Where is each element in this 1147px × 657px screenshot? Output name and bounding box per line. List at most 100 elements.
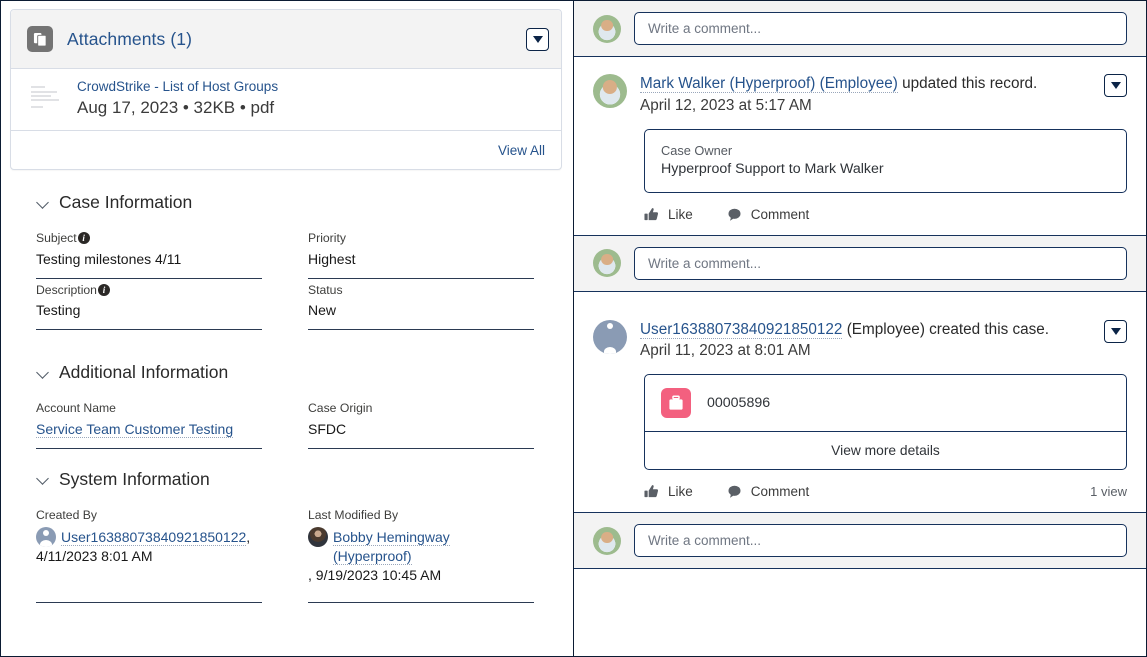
system-information-fields: Created By User16388073840921850122, 4/1…: [36, 508, 556, 607]
attachments-card: Attachments (1) CrowdStrike - List of Ho…: [10, 9, 562, 171]
comment-input[interactable]: Write a comment...: [634, 12, 1127, 45]
case-record-row[interactable]: 00005896: [645, 375, 1126, 431]
section-title: Case Information: [59, 192, 193, 213]
account-name-link[interactable]: Service Team Customer Testing: [36, 420, 234, 438]
last-modified-by-user-link[interactable]: Bobby Hemingway: [333, 528, 450, 546]
field-status: Status New: [308, 283, 580, 331]
thumbs-up-icon: [644, 207, 659, 220]
chevron-down-icon: [1110, 327, 1121, 335]
like-button[interactable]: Like: [644, 207, 693, 222]
feed-item-body: Mark Walker (Hyperproof) (Employee) upda…: [640, 74, 1127, 115]
record-change-box: Case Owner Hyperproof Support to Mark Wa…: [644, 128, 1127, 193]
info-icon[interactable]: i: [77, 232, 90, 245]
chevron-down-icon: [36, 366, 50, 380]
field-value: SFDC: [308, 420, 534, 449]
field-label-text: Status: [308, 282, 343, 297]
comment-composer: Write a comment...: [574, 1, 1146, 57]
feed-item-menu-button[interactable]: [1104, 319, 1127, 343]
view-all-link[interactable]: View All: [498, 143, 545, 158]
comment-composer: Write a comment...: [574, 513, 1146, 569]
left-detail-column: Attachments (1) CrowdStrike - List of Ho…: [1, 1, 573, 656]
like-label: Like: [668, 484, 693, 500]
field-description: Description i Testing: [36, 283, 308, 331]
file-thumbnail-icon: [25, 80, 69, 116]
attachments-title[interactable]: Attachments (1): [67, 29, 192, 50]
view-count: 1 view: [1090, 484, 1127, 500]
field-label: Priority: [308, 231, 534, 246]
field-label: Subject i: [36, 231, 262, 246]
comment-input[interactable]: Write a comment...: [634, 524, 1127, 558]
info-icon[interactable]: i: [97, 284, 110, 297]
field-value: Bobby Hemingway (Hyperproof) , 9/19/2023…: [308, 526, 534, 603]
feed-divider: [574, 568, 1146, 570]
comment-button[interactable]: Comment: [727, 484, 810, 500]
field-label-text: Account Name: [36, 401, 116, 416]
field-label-text: Case Origin: [308, 401, 373, 416]
created-by-timestamp: 4/11/2023 8:01 AM: [36, 547, 153, 564]
attachments-header: Attachments (1): [11, 10, 561, 69]
comment-bubble-icon: [728, 485, 741, 498]
created-by-user-link[interactable]: User16388073840921850122: [61, 528, 247, 546]
field-label: Case Origin: [308, 401, 534, 416]
avatar: [593, 14, 621, 43]
feed-item-actions: Like Comment: [644, 207, 1127, 235]
section-title: System Information: [59, 468, 210, 489]
field-account-name: Account Name Service Team Customer Testi…: [36, 401, 308, 449]
field-value: Testing: [36, 301, 262, 331]
comment-label: Comment: [750, 484, 810, 500]
feed-item: Mark Walker (Hyperproof) (Employee) upda…: [574, 57, 1146, 235]
activity-feed-column: Write a comment... Mark Walker (Hyperpro…: [573, 1, 1146, 656]
feed-item-actions: Like Comment 1 view: [644, 484, 1127, 512]
chevron-down-icon: [36, 472, 50, 486]
record-field-label: Case Owner: [661, 142, 733, 158]
feed-item-body: User16388073840921850122 (Employee) crea…: [640, 320, 1127, 361]
feed-actor-link[interactable]: User16388073840921850122: [640, 320, 843, 339]
comment-button[interactable]: Comment: [727, 207, 809, 222]
case-number: 00005896: [707, 395, 771, 412]
case-record-box: 00005896 View more details: [644, 374, 1127, 471]
comment-bubble-icon: [728, 208, 741, 221]
field-subject: Subject i Testing milestones 4/11: [36, 231, 308, 279]
field-created-by: Created By User16388073840921850122, 4/1…: [36, 508, 308, 603]
attachment-meta: CrowdStrike - List of Host Groups Aug 17…: [77, 79, 278, 117]
attachments-menu-button[interactable]: [526, 27, 549, 51]
field-label-text: Subject: [36, 231, 77, 246]
comment-input[interactable]: Write a comment...: [634, 246, 1127, 280]
feed-item: User16388073840921850122 (Employee) crea…: [574, 319, 1146, 513]
comment-composer: Write a comment...: [574, 235, 1146, 292]
avatar: [593, 526, 621, 555]
briefcase-icon: [661, 388, 691, 419]
feed-timestamp: April 12, 2023 at 5:17 AM: [640, 96, 812, 114]
created-by-separator: ,: [246, 528, 251, 545]
section-header-system-information[interactable]: System Information: [36, 469, 556, 490]
document-copy-icon: [27, 26, 53, 52]
feed-item-menu-button[interactable]: [1104, 74, 1127, 97]
like-button[interactable]: Like: [644, 484, 693, 499]
field-value: User16388073840921850122, 4/11/2023 8:01…: [36, 526, 262, 603]
field-label-text: Priority: [308, 231, 346, 246]
avatar: [593, 74, 627, 108]
last-modified-timestamp: , 9/19/2023 10:45 AM: [308, 566, 442, 583]
avatar: [593, 249, 621, 278]
avatar: [593, 319, 627, 354]
feed-item-text: Mark Walker (Hyperproof) (Employee) upda…: [640, 74, 1127, 95]
chevron-down-icon: [36, 196, 50, 210]
field-value: Highest: [308, 250, 534, 279]
field-last-modified-by: Last Modified By Bobby Hemingway (Hyperp…: [308, 508, 580, 603]
feed-item-header: User16388073840921850122 (Employee) crea…: [593, 319, 1127, 361]
feed-actor-link[interactable]: Mark Walker (Hyperproof) (Employee): [640, 75, 898, 93]
section-header-additional-information[interactable]: Additional Information: [36, 362, 556, 383]
chevron-down-icon: [1110, 82, 1121, 89]
view-more-details-link[interactable]: View more details: [645, 431, 1126, 469]
chevron-down-icon: [532, 35, 543, 43]
attachment-list-item[interactable]: CrowdStrike - List of Host Groups Aug 17…: [11, 69, 561, 132]
field-label-text: Created By: [36, 507, 97, 522]
attachment-name[interactable]: CrowdStrike - List of Host Groups: [77, 79, 278, 95]
section-header-case-information[interactable]: Case Information: [36, 192, 556, 213]
record-change-inner: Case Owner Hyperproof Support to Mark Wa…: [645, 130, 1126, 192]
field-label: Last Modified By: [308, 508, 534, 523]
record-field-value: Hyperproof Support to Mark Walker: [661, 160, 884, 177]
detail-sections: Case Information Subject i Testing miles…: [10, 170, 556, 607]
last-modified-by-user-company[interactable]: (Hyperproof): [333, 547, 412, 565]
